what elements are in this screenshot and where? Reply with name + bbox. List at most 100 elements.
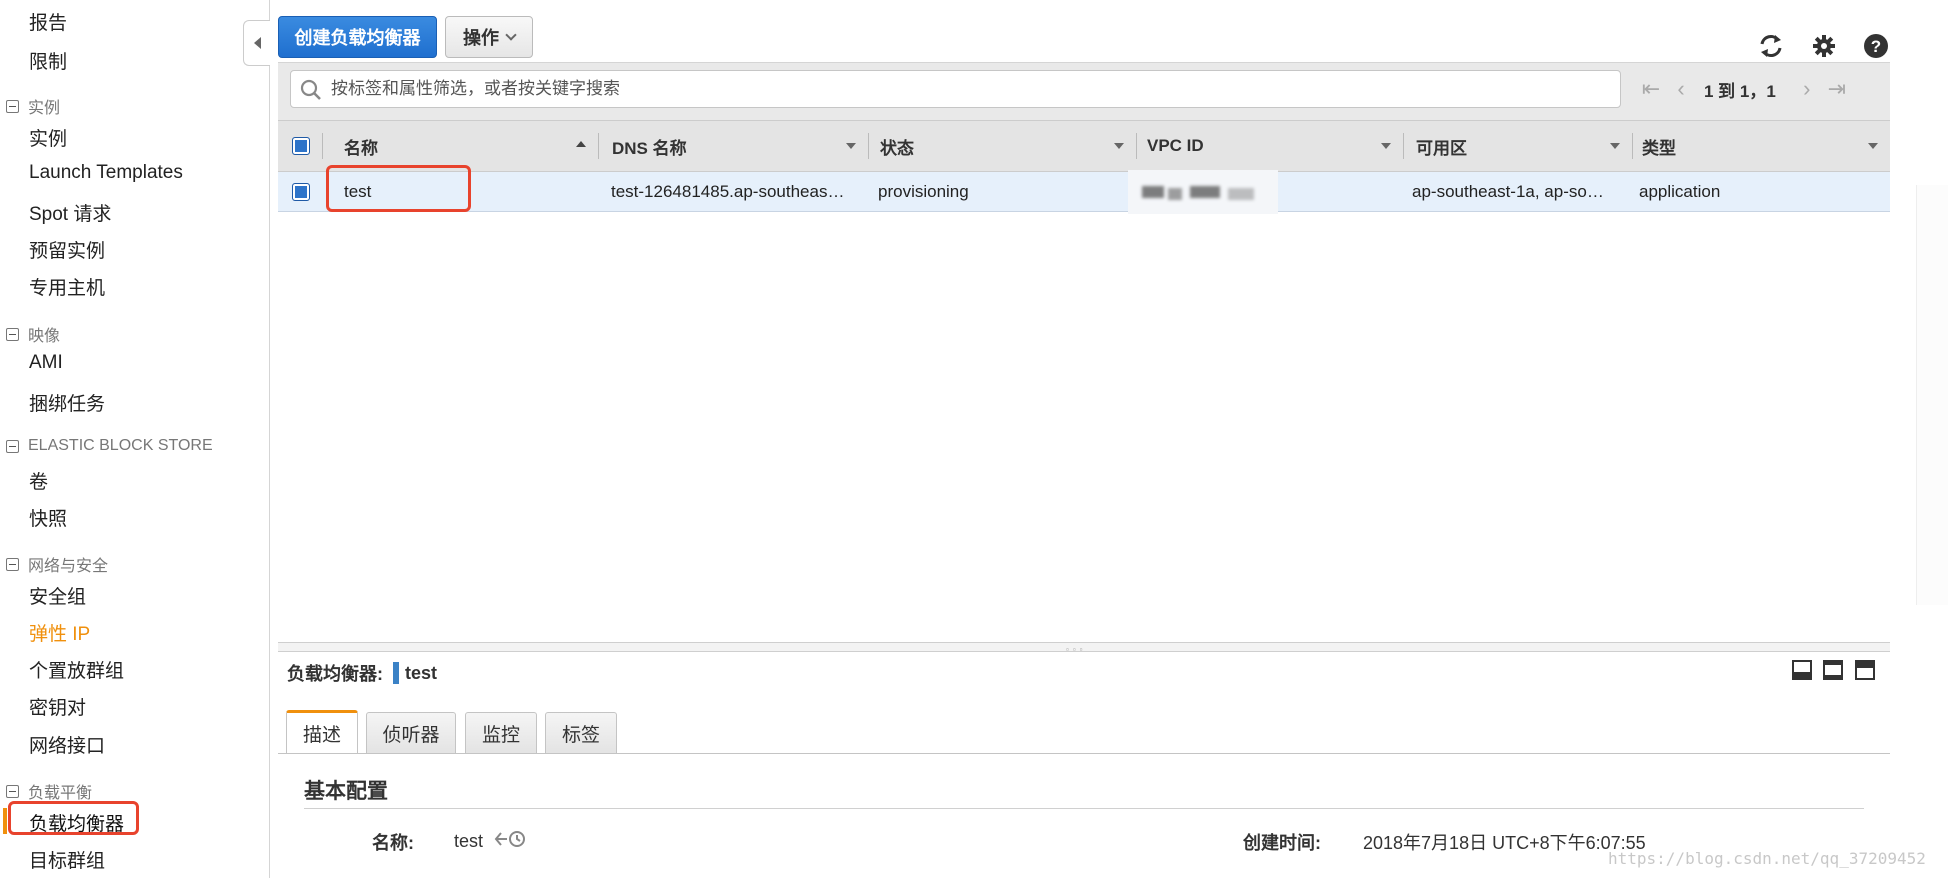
sort-icon [1114,143,1124,149]
collapse-icon[interactable] [6,784,19,798]
collapse-icon[interactable] [6,327,19,341]
column-header-type[interactable]: 类型 [1642,121,1890,171]
collapse-icon[interactable] [6,99,19,113]
column-divider [1403,133,1404,159]
active-indicator [3,808,7,834]
sidebar-group-label: ELASTIC BLOCK STORE [28,437,213,454]
column-header-label: VPC ID [1147,136,1204,155]
collapse-icon[interactable] [6,557,19,571]
sidebar-collapse-handle[interactable] [243,20,270,66]
created-time-label: 创建时间: [1243,833,1321,853]
column-header-name[interactable]: 名称 [344,121,598,171]
sidebar-item-ami[interactable]: AMI [29,352,63,374]
sidebar-item-load-balancers[interactable]: 负载均衡器 [29,809,124,836]
redacted-vpc-id [1128,170,1278,214]
details-title: 负载均衡器: test [287,660,437,686]
sidebar-item-volumes[interactable]: 卷 [29,467,48,494]
column-header-dns[interactable]: DNS 名称 [612,121,868,171]
tab-description[interactable]: 描述 [286,710,358,754]
column-header-availability-zone[interactable]: 可用区 [1416,121,1632,171]
column-divider [868,133,869,159]
cell-dns: test-126481485.ap-southeas… [611,182,845,201]
search-icon [300,79,322,106]
row-checkbox[interactable] [292,183,310,201]
tab-tags[interactable]: 标签 [545,712,617,754]
column-header-state[interactable]: 状态 [880,121,1136,171]
sidebar-item-key-pairs[interactable]: 密钥对 [29,693,86,720]
sidebar-group-images[interactable]: 映像 [6,322,60,346]
grip-icon: ▫▫▫ [1066,645,1087,654]
sidebar-group-label: 网络与安全 [28,558,109,575]
chevron-down-icon [505,28,517,41]
column-divider [1632,133,1633,159]
pager-text: 1 到 1，1 [1704,81,1776,101]
column-header-label: 名称 [344,138,378,158]
select-all-checkbox[interactable] [292,137,310,155]
column-header-label: 可用区 [1416,138,1467,158]
sidebar-item-reserved-instances[interactable]: 预留实例 [29,236,105,263]
sidebar-group-network-security[interactable]: 网络与安全 [6,552,108,576]
panel-split-icon[interactable] [1823,660,1843,680]
details-title-prefix: 负载均衡器: [287,664,383,684]
table-row[interactable]: test test-126481485.ap-southeas… provisi… [278,172,1890,212]
created-time-value: 2018年7月18日 UTC+8下午6:07:55 [1363,833,1646,853]
load-balancer-marker [393,662,399,684]
tab-listeners[interactable]: 侦听器 [366,712,456,754]
sidebar-item-placement-groups[interactable]: 个置放群组 [29,656,124,683]
sidebar-item-dedicated-hosts[interactable]: 专用主机 [29,273,105,300]
column-header-label: 类型 [1642,138,1676,158]
actions-label: 操作 [463,28,499,48]
sidebar-group-label: 映像 [28,328,61,345]
chevron-left-icon [253,37,261,49]
sidebar-item-security-groups[interactable]: 安全组 [29,582,86,609]
cell-name: test [344,182,372,201]
gear-icon[interactable] [1810,32,1838,60]
sort-asc-icon [576,141,586,147]
column-divider [1136,133,1137,159]
name-value-text: test [454,831,484,851]
sidebar-item-limits[interactable]: 限制 [29,47,67,74]
tabs-divider [278,753,1890,754]
sidebar-group-instances[interactable]: 实例 [6,94,60,118]
column-header-vpc-id[interactable]: VPC ID [1147,121,1403,171]
cell-state: provisioning [878,182,969,201]
collapse-icon[interactable] [6,439,19,453]
table-header: 名称 DNS 名称 状态 VPC ID 可用区 类型 [278,120,1890,172]
ghost-side-panel [1916,185,1948,605]
sidebar-item-target-groups[interactable]: 目标群组 [29,846,105,873]
prev-page-icon[interactable]: ‹ [1666,76,1696,102]
sidebar-item-bundle-tasks[interactable]: 捆绑任务 [29,389,105,416]
sidebar-item-launch-templates[interactable]: Launch Templates [29,162,183,184]
sort-icon [1868,143,1878,149]
sidebar-item-snapshots[interactable]: 快照 [29,504,67,531]
panel-splitter[interactable]: ▫▫▫ [278,642,1890,654]
search-input[interactable] [331,71,1611,107]
search-box [290,70,1621,108]
tab-monitoring[interactable]: 监控 [465,712,537,754]
sidebar-item-reports[interactable]: 报告 [29,8,67,35]
watermark: https://blog.csdn.net/qq_37209452 [1608,849,1926,868]
panel-top-icon[interactable] [1855,660,1875,680]
svg-text:?: ? [1871,37,1881,56]
sidebar-item-instances[interactable]: 实例 [29,124,67,151]
sidebar-group-load-balancing[interactable]: 负载平衡 [6,779,92,803]
sidebar-item-elastic-ips[interactable]: 弹性 IP [29,619,90,646]
refresh-icon[interactable] [1757,32,1785,60]
next-page-icon[interactable]: › [1792,76,1822,102]
select-all-checkbox-cell [292,121,322,171]
create-load-balancer-button[interactable]: 创建负载均衡器 [278,16,437,58]
sidebar-group-ebs[interactable]: ELASTIC BLOCK STORE [6,437,213,455]
actions-dropdown-button[interactable]: 操作 [445,16,533,58]
help-icon[interactable]: ? [1862,32,1890,60]
first-page-icon[interactable]: ⇤ [1636,76,1666,102]
cell-availability-zone: ap-southeast-1a, ap-so… [1412,182,1604,201]
section-title: 基本配置 [304,780,388,803]
pagination: ⇤ ‹ 1 到 1，1 › ⇥ [1636,70,1852,108]
sidebar-group-label: 实例 [28,100,61,117]
sidebar-item-spot-requests[interactable]: Spot 请求 [29,199,111,226]
last-page-icon[interactable]: ⇥ [1822,76,1852,102]
sidebar-item-network-interfaces[interactable]: 网络接口 [29,731,105,758]
sidebar-nav: 报告 限制 实例 实例 Launch Templates Spot 请求 预留实… [0,0,270,878]
edit-history-icon[interactable] [493,829,527,854]
panel-bottom-icon[interactable] [1792,660,1812,680]
